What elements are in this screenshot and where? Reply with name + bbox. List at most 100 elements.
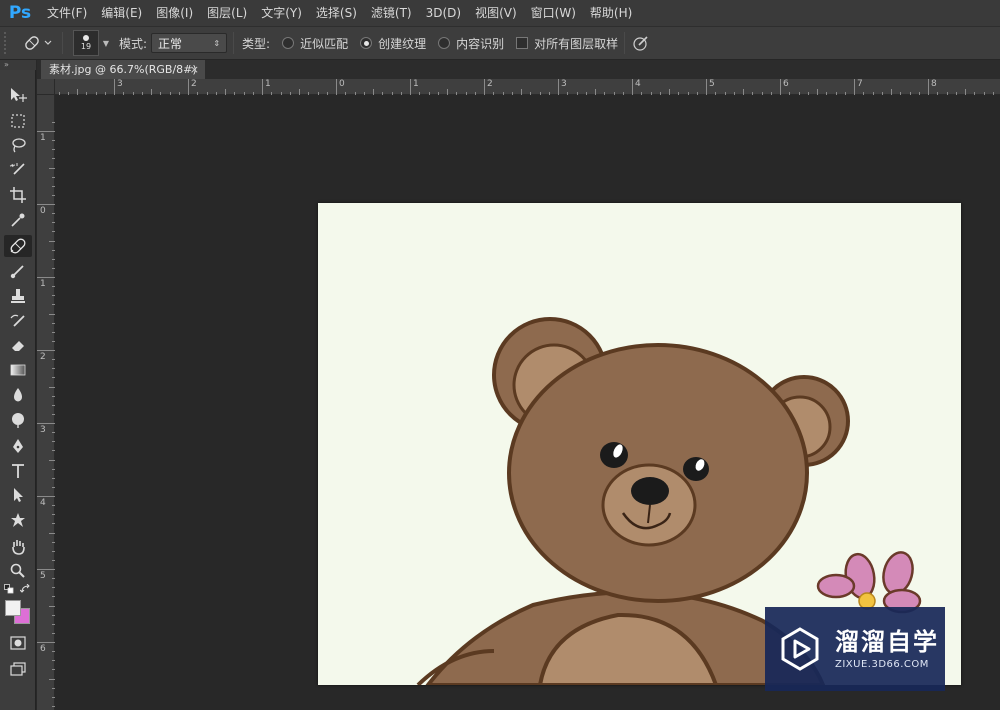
ruler-label: 1: [40, 133, 46, 143]
ruler-label: 4: [635, 79, 641, 89]
close-icon[interactable]: ×: [190, 60, 199, 79]
options-grip[interactable]: [4, 32, 12, 54]
move-tool[interactable]: [4, 84, 32, 106]
menu-3d[interactable]: 3D(D): [419, 0, 468, 26]
eyedropper-icon: [11, 213, 25, 227]
document-tab-title[interactable]: 素材.jpg @ 66.7%(RGB/8#): [49, 63, 197, 76]
photoshop-window: Ps 文件(F) 编辑(E) 图像(I) 图层(L) 文字(Y) 选择(S) 滤…: [0, 0, 1000, 710]
sample-all-layers-checkbox[interactable]: [516, 37, 529, 49]
options-separator: [624, 32, 626, 54]
document-tab-strip: 素材.jpg @ 66.7%(RGB/8#) ×: [37, 60, 1000, 79]
magic-wand-tool[interactable]: [4, 159, 32, 181]
gradient-tool[interactable]: [4, 359, 32, 381]
options-separator: [62, 32, 63, 54]
menu-select[interactable]: 选择(S): [309, 0, 364, 26]
menu-image[interactable]: 图像(I): [149, 0, 200, 26]
marquee-tool[interactable]: [4, 110, 32, 132]
dodge-icon: [12, 413, 24, 428]
ruler-label: 5: [709, 79, 715, 89]
default-colors-icon[interactable]: [4, 584, 14, 594]
ruler-label: 2: [191, 79, 197, 89]
menu-layer[interactable]: 图层(L): [200, 0, 254, 26]
menu-file[interactable]: 文件(F): [40, 0, 94, 26]
mode-select[interactable]: 正常 ⇕: [151, 33, 228, 53]
options-separator: [233, 32, 235, 54]
pressure-brush-icon[interactable]: [631, 33, 651, 53]
ruler-label: 8: [931, 79, 937, 89]
menu-filter[interactable]: 滤镜(T): [364, 0, 419, 26]
tool-preset-picker[interactable]: [18, 31, 56, 55]
ruler-label: 0: [339, 79, 345, 89]
app-logo: Ps: [8, 3, 32, 23]
marquee-icon: [11, 114, 25, 128]
quick-mask-button[interactable]: [4, 632, 32, 654]
ruler-label: 2: [487, 79, 493, 89]
brush-picker[interactable]: 19: [73, 30, 99, 56]
type-icon: [12, 464, 24, 478]
shape-tool[interactable]: [4, 509, 32, 531]
menu-edit[interactable]: 编辑(E): [94, 0, 149, 26]
mode-select-value: 正常: [158, 36, 183, 51]
ruler-ticks: [37, 122, 55, 707]
ruler-origin[interactable]: [37, 79, 55, 95]
pen-tool[interactable]: [4, 435, 32, 457]
lasso-icon: [12, 138, 26, 153]
sample-all-layers-label[interactable]: 对所有图层取样: [534, 35, 618, 52]
brush-icon: [10, 265, 24, 279]
type-tool[interactable]: [4, 460, 32, 482]
eyedropper-tool[interactable]: [4, 209, 32, 231]
tools-panel-header[interactable]: »: [0, 60, 36, 70]
ruler-label: 1: [413, 79, 419, 89]
brush-size-value: 19: [80, 42, 92, 51]
history-brush-tool[interactable]: [4, 310, 32, 332]
radio-content-aware-label[interactable]: 内容识别: [456, 35, 504, 52]
crop-tool[interactable]: [4, 184, 32, 206]
clone-stamp-tool[interactable]: [4, 285, 32, 307]
hand-icon: [12, 540, 25, 555]
collapse-icon[interactable]: »: [4, 60, 9, 69]
ruler-label: 6: [783, 79, 789, 89]
radio-proximity-match[interactable]: [282, 37, 295, 49]
gradient-icon: [10, 364, 26, 376]
vertical-ruler[interactable]: 1 0 1 2 3 4 5 6: [37, 95, 55, 710]
brush-tip-preview: [83, 35, 89, 41]
move-icon: [11, 88, 27, 102]
zoom-tool[interactable]: [4, 560, 32, 582]
radio-content-aware[interactable]: [438, 37, 451, 49]
watermark-title: 溜溜自学: [835, 628, 939, 656]
flower-image: [816, 551, 922, 614]
play-logo-icon: [781, 627, 819, 671]
foreground-color-swatch[interactable]: [5, 600, 21, 616]
menu-type[interactable]: 文字(Y): [254, 0, 309, 26]
blur-tool[interactable]: [4, 384, 32, 406]
ruler-label: 3: [561, 79, 567, 89]
document-tab[interactable]: 素材.jpg @ 66.7%(RGB/8#) ×: [41, 60, 205, 79]
path-selection-icon: [14, 488, 23, 502]
menu-window[interactable]: 窗口(W): [524, 0, 583, 26]
healing-brush-icon: [25, 36, 52, 50]
spot-healing-tool[interactable]: [4, 235, 32, 257]
menu-view[interactable]: 视图(V): [468, 0, 524, 26]
radio-create-texture-label[interactable]: 创建纹理: [378, 35, 426, 52]
ruler-label: 6: [40, 644, 46, 654]
menu-help[interactable]: 帮助(H): [583, 0, 639, 26]
radio-create-texture[interactable]: [360, 37, 373, 49]
hand-tool[interactable]: [4, 536, 32, 558]
eraser-tool[interactable]: [4, 334, 32, 356]
path-selection-tool[interactable]: [4, 484, 32, 506]
crop-icon: [10, 187, 26, 203]
swap-colors-icon[interactable]: [20, 584, 32, 594]
magic-wand-icon: [9, 163, 25, 175]
eraser-icon: [12, 341, 24, 351]
horizontal-ruler[interactable]: 3210123456789: [55, 79, 1000, 95]
brush-dropdown-arrow[interactable]: ▼: [101, 31, 111, 55]
ruler-label: 2: [40, 352, 46, 362]
pen-icon: [13, 439, 23, 453]
brush-tool[interactable]: [4, 260, 32, 282]
radio-proximity-match-label[interactable]: 近似匹配: [300, 35, 348, 52]
ruler-label: 0: [40, 206, 46, 216]
screen-mode-button[interactable]: [4, 658, 32, 680]
dodge-tool[interactable]: [4, 409, 32, 431]
lasso-tool[interactable]: [4, 134, 32, 156]
blur-icon: [14, 388, 22, 402]
